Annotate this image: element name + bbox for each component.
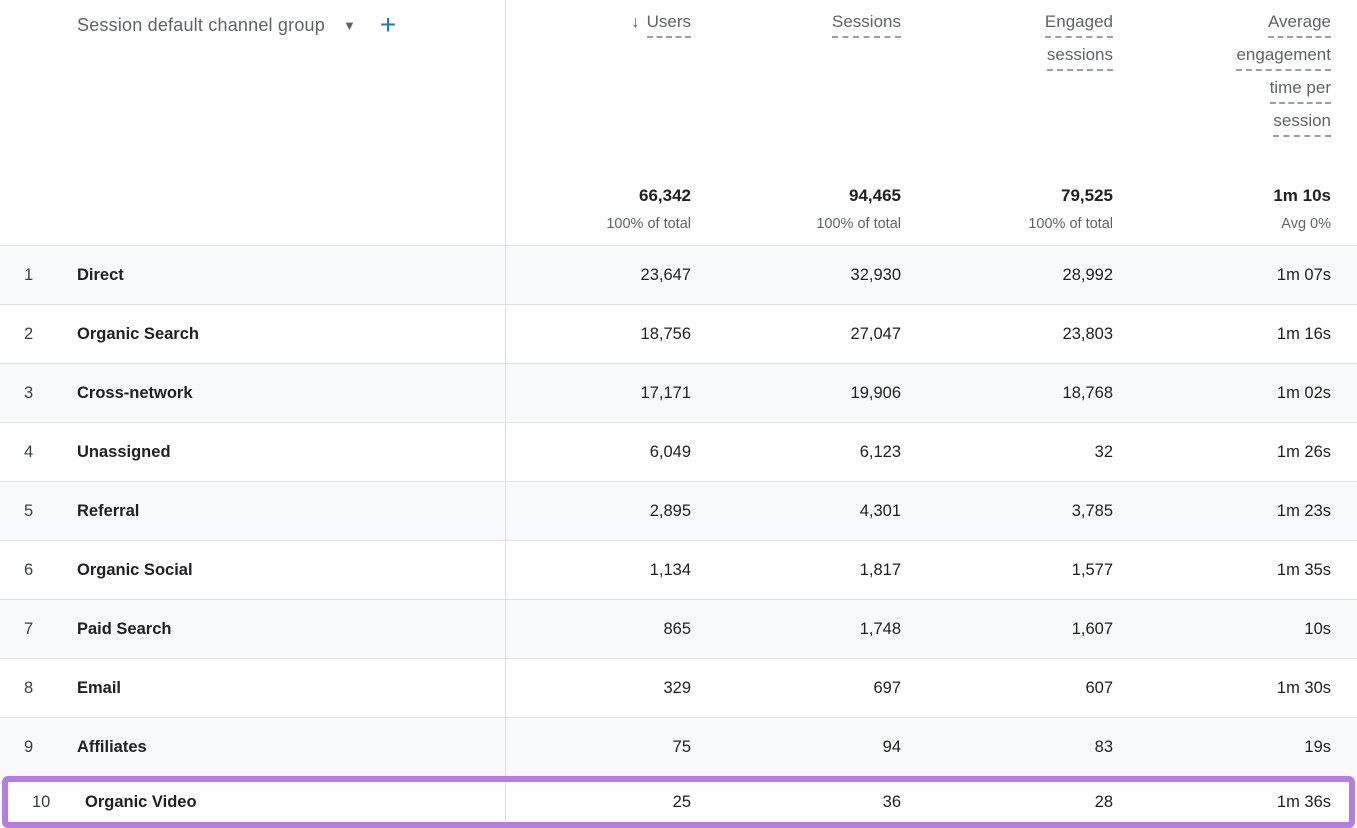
users-value: 23,647 <box>506 246 691 304</box>
column-users: ↓ Users 66,342 100% of total <box>506 0 691 245</box>
avg-engagement-time-value: 10s <box>1113 600 1331 658</box>
avg-engagement-time-value: 19s <box>1113 718 1331 776</box>
users-value: 1,134 <box>506 541 691 599</box>
engaged-sessions-value: 28 <box>901 782 1113 822</box>
avg-engagement-time-value: 1m 16s <box>1113 305 1331 363</box>
avg-engagement-time-value: 1m 07s <box>1113 246 1331 304</box>
table-row: 3 Cross-network 17,171 19,906 18,768 1m … <box>0 363 1357 422</box>
sessions-value: 4,301 <box>691 482 901 540</box>
engaged-sessions-value: 607 <box>901 659 1113 717</box>
table-header: Session default channel group ▼ + ↓ Users… <box>0 0 1357 245</box>
dimension-dropdown[interactable]: Session default channel group <box>77 15 325 36</box>
users-value: 329 <box>506 659 691 717</box>
engaged-sessions-value: 28,992 <box>901 246 1113 304</box>
total-avg-engagement-time-subtext: Avg 0% <box>1273 216 1331 232</box>
dimension-header-cell: Session default channel group ▼ + <box>0 0 506 245</box>
sessions-value: 27,047 <box>691 305 901 363</box>
table-body: 1 Direct 23,647 32,930 28,992 1m 07s 2 O… <box>0 245 1357 828</box>
column-sessions: Sessions 94,465 100% of total <box>691 0 901 245</box>
total-engaged-sessions-value: 79,525 <box>1028 186 1113 206</box>
total-sessions-subtext: 100% of total <box>816 216 901 232</box>
avg-engagement-time-value: 1m 23s <box>1113 482 1331 540</box>
table-row: 9 Affiliates 75 94 83 19s <box>0 717 1357 776</box>
users-value: 17,171 <box>506 364 691 422</box>
table-row: 4 Unassigned 6,049 6,123 32 1m 26s <box>0 422 1357 481</box>
channel-name: Unassigned <box>77 443 171 462</box>
sessions-value: 697 <box>691 659 901 717</box>
totals-sessions: 94,465 100% of total <box>816 186 901 232</box>
totals-users: 66,342 100% of total <box>606 186 691 232</box>
engaged-sessions-value: 18,768 <box>901 364 1113 422</box>
sessions-value: 6,123 <box>691 423 901 481</box>
channel-name: Referral <box>77 502 139 521</box>
channel-name: Affiliates <box>77 738 147 757</box>
avg-engagement-time-value: 1m 36s <box>1113 782 1331 822</box>
sessions-value: 1,748 <box>691 600 901 658</box>
total-users-value: 66,342 <box>606 186 691 206</box>
chevron-down-icon[interactable]: ▼ <box>343 18 356 33</box>
channel-name: Organic Video <box>85 793 197 812</box>
row-index: 5 <box>24 502 77 521</box>
table-row: 2 Organic Search 18,756 27,047 23,803 1m… <box>0 304 1357 363</box>
table-row: 5 Referral 2,895 4,301 3,785 1m 23s <box>0 481 1357 540</box>
sessions-value: 19,906 <box>691 364 901 422</box>
channel-name: Cross-network <box>77 384 193 403</box>
users-value: 2,895 <box>506 482 691 540</box>
engaged-sessions-value: 1,577 <box>901 541 1113 599</box>
avg-engagement-time-value: 1m 35s <box>1113 541 1331 599</box>
engaged-sessions-value: 1,607 <box>901 600 1113 658</box>
users-value: 6,049 <box>506 423 691 481</box>
row-index: 8 <box>24 679 77 698</box>
avg-engagement-time-value: 1m 02s <box>1113 364 1331 422</box>
users-value: 865 <box>506 600 691 658</box>
avg-engagement-time-value: 1m 26s <box>1113 423 1331 481</box>
row-index: 1 <box>24 266 77 285</box>
channel-group-report-table: Session default channel group ▼ + ↓ Users… <box>0 0 1357 828</box>
engaged-sessions-value: 83 <box>901 718 1113 776</box>
sessions-value: 1,817 <box>691 541 901 599</box>
engaged-sessions-value: 32 <box>901 423 1113 481</box>
channel-name: Organic Search <box>77 325 199 344</box>
engaged-sessions-value: 23,803 <box>901 305 1113 363</box>
row-index: 9 <box>24 738 77 757</box>
table-row: 7 Paid Search 865 1,748 1,607 10s <box>0 599 1357 658</box>
channel-name: Paid Search <box>77 620 171 639</box>
table-row-highlighted: 10 Organic Video 25 36 28 1m 36s <box>2 776 1355 828</box>
engaged-sessions-value: 3,785 <box>901 482 1113 540</box>
users-value: 75 <box>506 718 691 776</box>
row-index: 7 <box>24 620 77 639</box>
channel-name: Direct <box>77 266 124 285</box>
total-engaged-sessions-subtext: 100% of total <box>1028 216 1113 232</box>
totals-engaged-sessions: 79,525 100% of total <box>1028 186 1113 232</box>
sessions-value: 94 <box>691 718 901 776</box>
channel-name: Organic Social <box>77 561 193 580</box>
row-index: 4 <box>24 443 77 462</box>
total-avg-engagement-time-value: 1m 10s <box>1273 186 1331 206</box>
sort-descending-icon: ↓ <box>631 12 640 31</box>
total-sessions-value: 94,465 <box>816 186 901 206</box>
sessions-value: 36 <box>691 782 901 822</box>
row-index: 2 <box>24 325 77 344</box>
channel-name: Email <box>77 679 121 698</box>
avg-engagement-time-value: 1m 30s <box>1113 659 1331 717</box>
row-index: 10 <box>32 793 85 812</box>
column-engaged-sessions: Engaged sessions 79,525 100% of total <box>901 0 1113 245</box>
users-value: 25 <box>506 782 691 822</box>
column-header-users[interactable]: Users <box>647 12 691 38</box>
row-index: 6 <box>24 561 77 580</box>
table-row: 6 Organic Social 1,134 1,817 1,577 1m 35… <box>0 540 1357 599</box>
column-avg-engagement-time: Average engagement time per session 1m 1… <box>1113 0 1331 245</box>
table-row: 8 Email 329 697 607 1m 30s <box>0 658 1357 717</box>
column-header-avg-engagement-time[interactable]: Average engagement time per session <box>1236 12 1331 144</box>
totals-avg-engagement-time: 1m 10s Avg 0% <box>1273 186 1331 232</box>
column-header-engaged-sessions[interactable]: Engaged sessions <box>1045 12 1113 78</box>
add-dimension-button[interactable]: + <box>380 14 396 36</box>
users-value: 18,756 <box>506 305 691 363</box>
row-index: 3 <box>24 384 77 403</box>
column-header-sessions[interactable]: Sessions <box>832 12 901 38</box>
sessions-value: 32,930 <box>691 246 901 304</box>
table-row: 1 Direct 23,647 32,930 28,992 1m 07s <box>0 245 1357 304</box>
total-users-subtext: 100% of total <box>606 216 691 232</box>
